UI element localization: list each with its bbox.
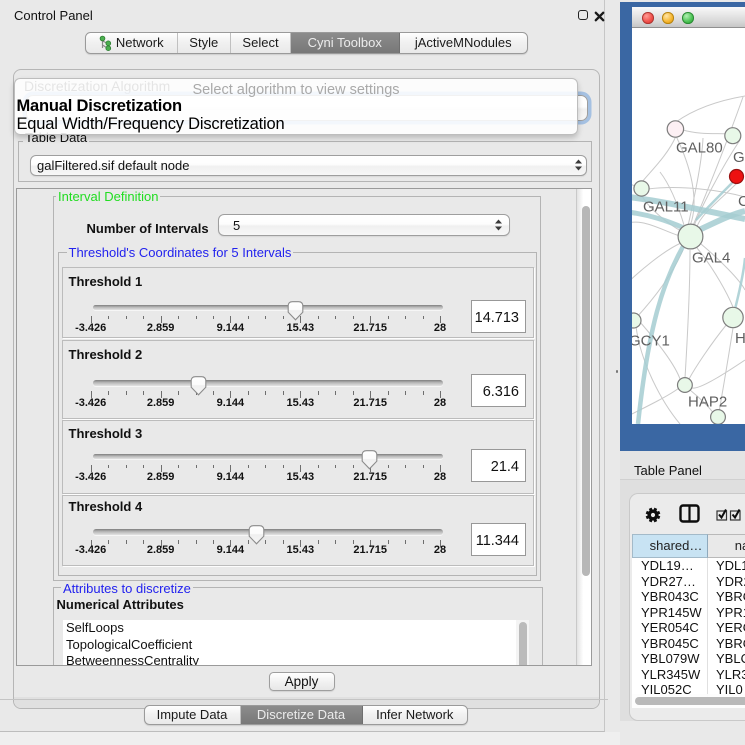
svg-text:GAL4: GAL4: [692, 250, 730, 267]
svg-text:H: H: [735, 330, 745, 347]
svg-text:GAL80: GAL80: [676, 140, 723, 157]
svg-text:HAP2: HAP2: [688, 394, 727, 411]
svg-text:GCY1: GCY1: [632, 333, 670, 350]
svg-text:GAL11: GAL11: [643, 199, 689, 216]
svg-text:G.: G.: [733, 149, 745, 166]
svg-text:C: C: [738, 193, 745, 210]
